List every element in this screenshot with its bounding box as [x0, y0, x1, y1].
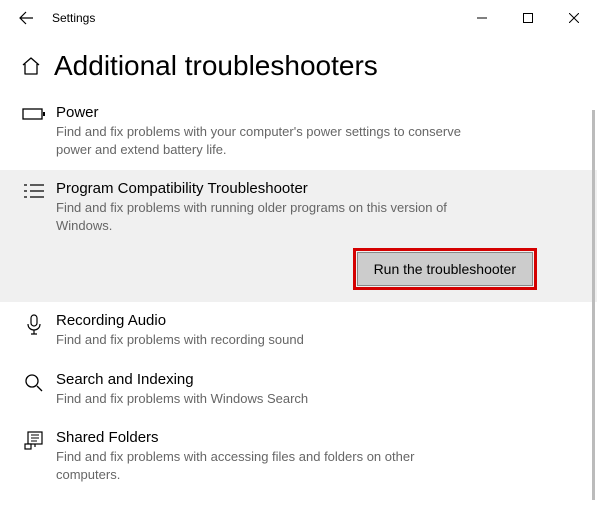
item-recording-audio[interactable]: Recording Audio Find and fix problems wi…	[0, 302, 597, 361]
item-desc: Find and fix problems with Windows Searc…	[56, 390, 476, 408]
item-desc: Find and fix problems with your computer…	[56, 123, 476, 158]
scrollbar[interactable]	[592, 110, 595, 500]
minimize-icon	[477, 13, 487, 23]
item-title: Search and Indexing	[56, 371, 577, 388]
item-power[interactable]: Power Find and fix problems with your co…	[0, 94, 597, 170]
back-button[interactable]	[12, 4, 40, 32]
maximize-button[interactable]	[505, 2, 551, 34]
search-icon	[20, 371, 48, 408]
window-controls	[459, 2, 597, 34]
app-title: Settings	[52, 11, 95, 25]
run-troubleshooter-button[interactable]: Run the troubleshooter	[357, 252, 533, 286]
minimize-button[interactable]	[459, 2, 505, 34]
titlebar: Settings	[0, 0, 597, 36]
page-title: Additional troubleshooters	[54, 50, 378, 82]
item-desc: Find and fix problems with accessing fil…	[56, 448, 476, 483]
arrow-left-icon	[18, 10, 34, 26]
folder-icon	[20, 429, 48, 483]
home-button[interactable]	[20, 55, 42, 77]
close-button[interactable]	[551, 2, 597, 34]
battery-icon	[20, 104, 48, 158]
home-icon	[21, 56, 41, 76]
item-title: Shared Folders	[56, 429, 577, 446]
item-search-indexing[interactable]: Search and Indexing Find and fix problem…	[0, 361, 597, 420]
item-desc: Find and fix problems with running older…	[56, 199, 476, 234]
item-program-compatibility[interactable]: Program Compatibility Troubleshooter Fin…	[0, 170, 597, 302]
item-title: Recording Audio	[56, 312, 577, 329]
item-desc: Find and fix problems with recording sou…	[56, 331, 476, 349]
mic-icon	[20, 312, 48, 349]
checklist-icon	[20, 180, 48, 290]
close-icon	[569, 13, 579, 23]
item-title: Power	[56, 104, 577, 121]
item-shared-folders[interactable]: Shared Folders Find and fix problems wit…	[0, 419, 597, 495]
troubleshooter-list: Power Find and fix problems with your co…	[0, 94, 597, 495]
run-button-highlight: Run the troubleshooter	[353, 248, 537, 290]
page-header: Additional troubleshooters	[0, 36, 597, 94]
maximize-icon	[523, 13, 533, 23]
item-title: Program Compatibility Troubleshooter	[56, 180, 577, 197]
